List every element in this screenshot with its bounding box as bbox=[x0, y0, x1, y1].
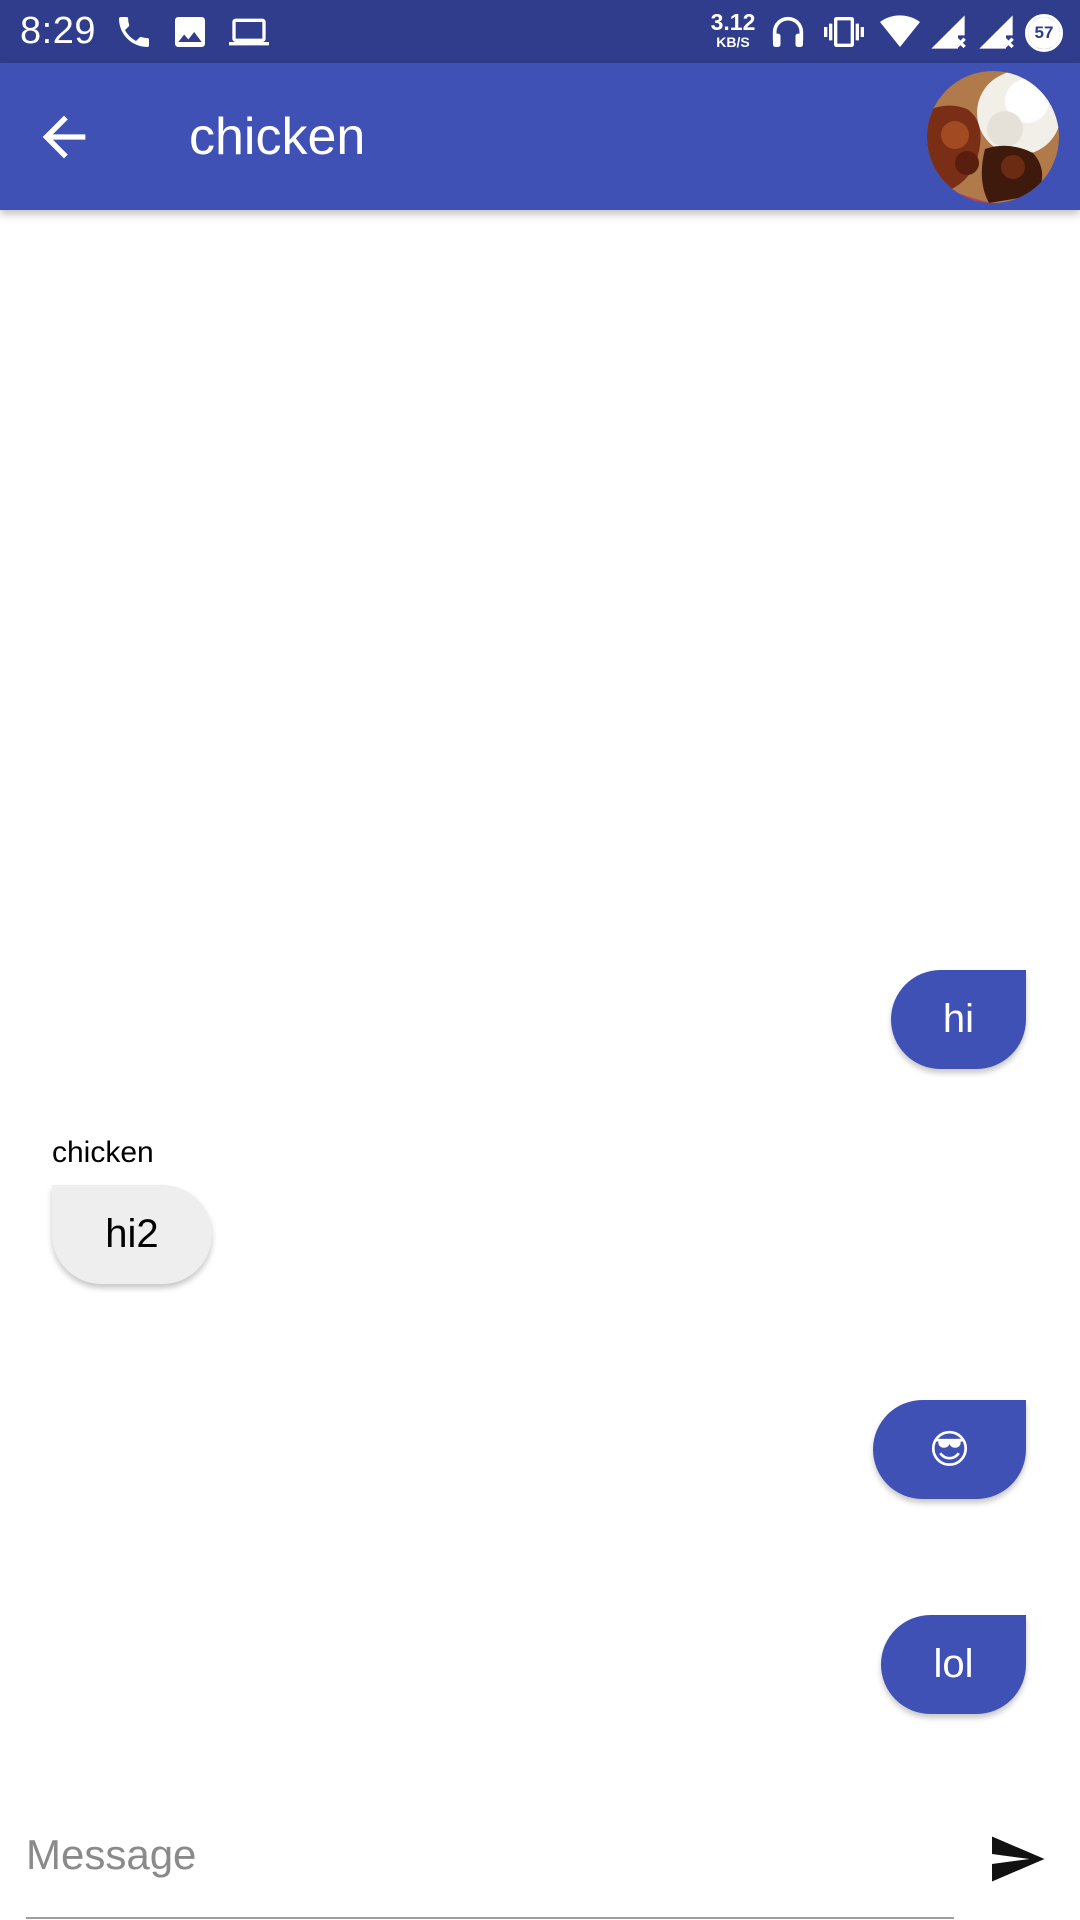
contact-avatar[interactable] bbox=[927, 71, 1059, 203]
vibrate-icon bbox=[824, 12, 864, 52]
cell-signal-icon bbox=[976, 12, 1016, 52]
message-sender-name: chicken bbox=[52, 1136, 154, 1169]
status-time: 8:29 bbox=[20, 10, 96, 52]
arrow-back-icon bbox=[42, 115, 86, 159]
laptop-icon bbox=[227, 12, 271, 52]
battery-level: 57 bbox=[1028, 17, 1060, 49]
chat-title: chicken bbox=[189, 108, 366, 166]
status-bar: 8:29 3.12 KB/S 57 bbox=[0, 0, 1080, 63]
message-bubble-outgoing[interactable]: 😎 bbox=[873, 1400, 1026, 1499]
back-button[interactable] bbox=[32, 105, 96, 169]
battery-icon: 57 bbox=[1025, 14, 1063, 52]
message-input[interactable] bbox=[26, 1825, 954, 1885]
cell-signal-icon bbox=[928, 12, 968, 52]
message-text: 😎 bbox=[928, 1427, 971, 1472]
message-bubble-outgoing[interactable]: hi bbox=[891, 970, 1026, 1069]
network-speed-unit: KB/S bbox=[716, 34, 750, 50]
input-underline bbox=[26, 1917, 954, 1919]
message-list[interactable]: hi chicken hi2 😎 lol bbox=[0, 210, 1080, 1790]
phone-icon bbox=[114, 12, 154, 52]
message-bubble-outgoing[interactable]: lol bbox=[881, 1615, 1026, 1714]
send-button[interactable] bbox=[986, 1829, 1048, 1889]
message-bubble-incoming[interactable]: hi2 bbox=[52, 1185, 212, 1284]
headphones-icon bbox=[768, 12, 808, 52]
image-icon bbox=[170, 12, 210, 52]
message-text: lol bbox=[933, 1642, 974, 1686]
send-icon bbox=[992, 1836, 1045, 1882]
app-bar: chicken bbox=[0, 63, 1080, 210]
network-speed: 3.12 KB/S bbox=[708, 9, 758, 50]
food-photo-avatar bbox=[927, 71, 1059, 203]
message-text: hi2 bbox=[105, 1212, 159, 1256]
wifi-icon bbox=[880, 12, 920, 52]
message-text: hi bbox=[942, 997, 975, 1041]
network-speed-value: 3.12 bbox=[710, 9, 756, 35]
chat-screen: 8:29 3.12 KB/S 57 chicken hi chicken hi2… bbox=[0, 0, 1080, 1920]
